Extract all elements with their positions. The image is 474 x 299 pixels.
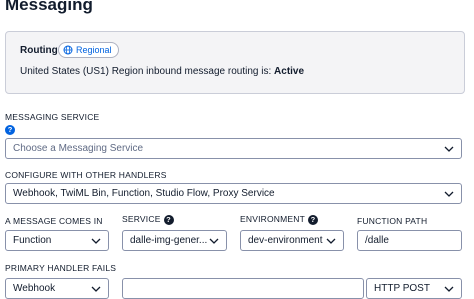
chevron-down-icon — [326, 238, 336, 244]
other-handlers-label: CONFIGURE WITH OTHER HANDLERS — [5, 170, 167, 180]
message-comes-in-label: A MESSAGE COMES IN — [5, 216, 103, 226]
routing-message: United States (US1) Region inbound messa… — [20, 66, 304, 77]
environment-select[interactable]: dev-environment — [240, 230, 344, 251]
routing-title: Routing — [20, 45, 58, 56]
service-label: SERVICE? — [122, 214, 174, 225]
function-path-value: /dalle — [365, 235, 389, 246]
other-handlers-select[interactable]: Webhook, TwiML Bin, Function, Studio Flo… — [5, 183, 462, 204]
chevron-down-icon — [444, 191, 454, 197]
message-comes-in-value: Function — [13, 235, 52, 246]
chevron-down-icon — [444, 286, 454, 292]
primary-handler-fails-value: Webhook — [13, 283, 56, 294]
help-icon[interactable]: ? — [5, 125, 15, 135]
function-path-label: FUNCTION PATH — [357, 216, 428, 226]
service-label-text: SERVICE — [122, 214, 161, 224]
fallback-url-input[interactable] — [122, 278, 364, 299]
primary-handler-fails-label: PRIMARY HANDLER FAILS — [5, 263, 117, 273]
regional-badge: Regional — [58, 42, 119, 58]
service-value: dalle-img-gener... — [130, 235, 208, 246]
messaging-service-select[interactable]: Choose a Messaging Service — [5, 138, 462, 159]
environment-label: ENVIRONMENT? — [240, 214, 319, 225]
chevron-down-icon — [91, 286, 101, 292]
messaging-service-placeholder: Choose a Messaging Service — [13, 143, 144, 154]
routing-message-prefix: United States (US1) Region inbound messa… — [20, 66, 275, 77]
service-select[interactable]: dalle-img-gener... — [122, 230, 227, 251]
primary-handler-fails-select[interactable]: Webhook — [5, 278, 109, 299]
page-title: Messaging — [5, 0, 93, 14]
other-handlers-value: Webhook, TwiML Bin, Function, Studio Flo… — [13, 188, 275, 199]
http-method-value: HTTP POST — [374, 283, 430, 294]
function-path-input[interactable]: /dalle — [357, 230, 462, 251]
http-method-select[interactable]: HTTP POST — [366, 278, 462, 299]
globe-icon — [63, 45, 73, 55]
help-icon[interactable]: ? — [163, 214, 174, 225]
chevron-down-icon — [91, 238, 101, 244]
help-icon[interactable]: ? — [308, 214, 319, 225]
environment-value: dev-environment — [248, 235, 323, 246]
routing-status: Active — [274, 66, 305, 77]
chevron-down-icon — [209, 238, 219, 244]
messaging-service-label: MESSAGING SERVICE — [5, 112, 100, 122]
routing-box: Routing Regional United States (US1) Reg… — [5, 31, 465, 94]
regional-badge-label: Regional — [76, 45, 112, 55]
chevron-down-icon — [444, 146, 454, 152]
environment-label-text: ENVIRONMENT — [240, 214, 306, 224]
message-comes-in-select[interactable]: Function — [5, 230, 109, 251]
